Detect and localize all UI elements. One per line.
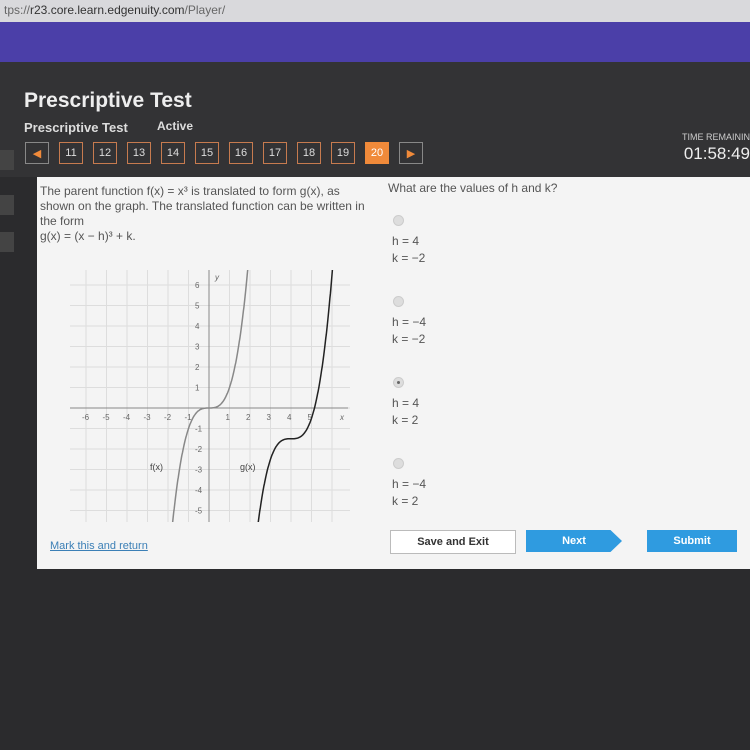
next-question-button[interactable]: ▶ [399,142,423,164]
answer-option-label[interactable]: h = −4 k = 2 [392,476,426,510]
y-tick-label: 3 [195,343,200,352]
y-axis-label: y [214,273,220,282]
y-tick-label: -5 [195,507,203,516]
x-tick-label: -3 [144,413,152,422]
h-value: h = −4 [392,477,427,491]
address-bar[interactable]: tps://r23.core.learn.edgenuity.com/Playe… [0,0,750,22]
time-label: TIME REMAININ [681,132,750,142]
g-curve [257,270,334,522]
x-tick-label: 1 [226,413,231,422]
next-button[interactable]: Next [526,530,622,552]
k-value: k = −2 [392,332,426,346]
prev-question-button[interactable]: ◀ [25,142,49,164]
question-text: The parent function f(x) = x³ is transla… [40,184,370,244]
k-value: k = −2 [392,251,426,265]
sidebar-tab[interactable] [0,150,14,170]
formula: g(x) = (x − h)³ + k. [40,229,136,243]
y-tick-label: 4 [195,322,200,331]
question-19-button[interactable]: 19 [331,142,355,164]
submit-button[interactable]: Submit [647,530,737,552]
y-tick-label: -4 [195,486,203,495]
question-11-button[interactable]: 11 [59,142,83,164]
question-nav: ◀ 11 12 13 14 15 16 17 18 19 20 ▶ [25,142,423,164]
y-tick-label: -1 [195,425,203,434]
answer-option-label[interactable]: h = 4 k = 2 [392,395,419,429]
save-exit-button[interactable]: Save and Exit [390,530,516,554]
g-label: g(x) [240,462,256,472]
f-label: f(x) [150,462,163,472]
x-tick-label: 3 [267,413,272,422]
x-tick-label: -5 [103,413,111,422]
y-tick-label: -2 [195,445,203,454]
top-band [0,22,750,62]
question-15-button[interactable]: 15 [195,142,219,164]
y-tick-label: 6 [195,281,200,290]
sidebar-tab[interactable] [0,232,14,252]
y-tick-label: -3 [195,466,203,475]
question-16-button[interactable]: 16 [229,142,253,164]
answer-option-label[interactable]: h = −4 k = −2 [392,314,426,348]
y-tick-label: 2 [195,363,200,372]
question-18-button[interactable]: 18 [297,142,321,164]
x-tick-label: -6 [82,413,90,422]
y-tick-label: 5 [195,302,200,311]
answer-radio[interactable] [393,296,404,307]
question-17-button[interactable]: 17 [263,142,287,164]
answer-option-label[interactable]: h = 4 k = −2 [392,233,425,267]
y-tick-label: 1 [195,384,200,393]
x-axis-label: x [339,413,345,422]
h-value: h = −4 [392,315,427,329]
page-title: Prescriptive Test [24,89,192,112]
subtitle: Prescriptive Test [24,120,128,135]
graph: -6 -5 -4 -3 -2 -1 1 2 3 4 5654321-1-2-3-4-5xyf(x) g… [70,270,350,522]
question-12-button[interactable]: 12 [93,142,117,164]
sidebar-tab[interactable] [0,195,14,215]
k-value: k = 2 [392,494,419,508]
x-tick-label: 4 [287,413,292,422]
answer-prompt: What are the values of h and k? [388,181,558,195]
status: Active [157,119,194,133]
x-tick-label: -2 [164,413,172,422]
question-14-button[interactable]: 14 [161,142,185,164]
h-value: h = 4 [392,396,420,410]
answer-radio[interactable] [393,377,404,388]
mark-and-return-link[interactable]: Mark this and return [50,540,148,552]
h-value: h = 4 [392,234,420,248]
x-tick-label: -4 [123,413,131,422]
question-13-button[interactable]: 13 [127,142,151,164]
answer-radio[interactable] [393,215,404,226]
time-remaining: 01:58:49 [683,144,750,163]
x-tick-label: 2 [246,413,251,422]
question-20-button[interactable]: 20 [365,142,389,164]
answer-radio[interactable] [393,458,404,469]
k-value: k = 2 [392,413,419,427]
